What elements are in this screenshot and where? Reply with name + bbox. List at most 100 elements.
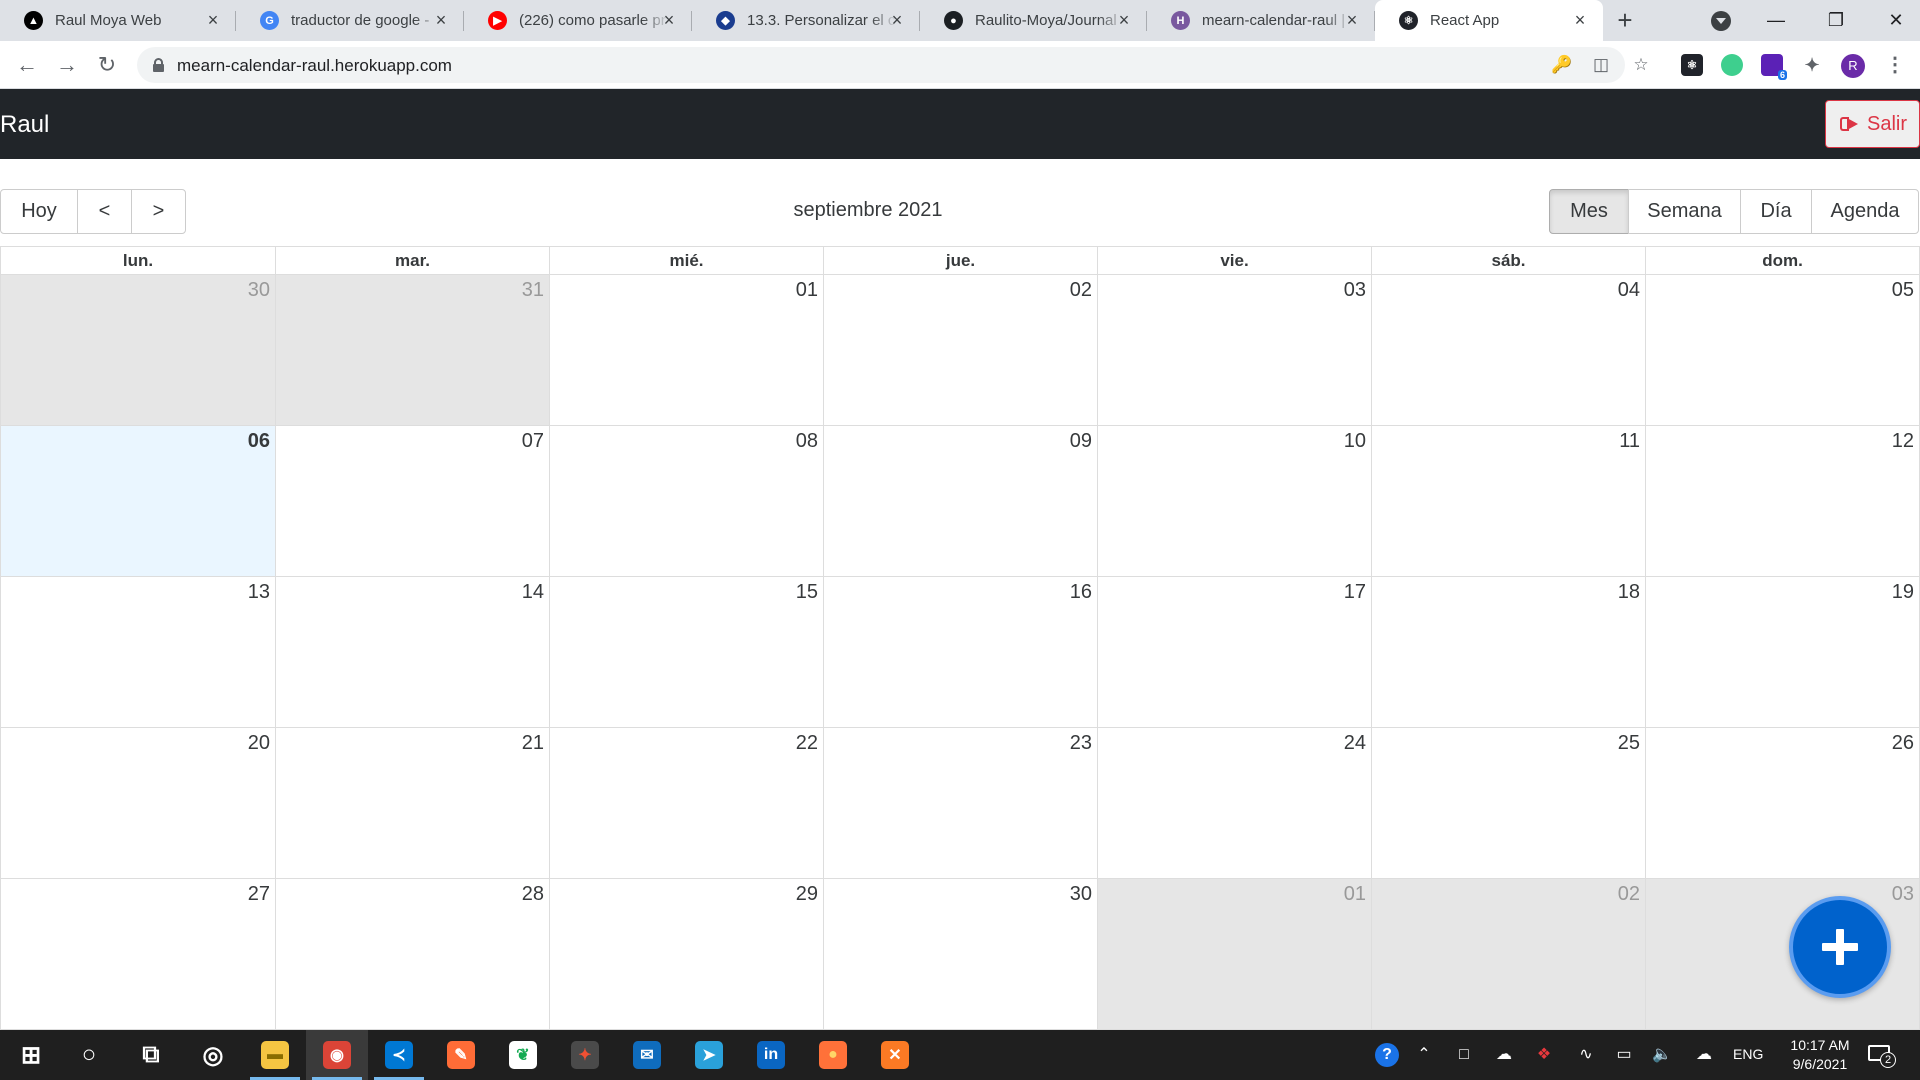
day-cell[interactable]: 03 — [1097, 275, 1371, 425]
browser-tab[interactable]: Gtraductor de google - × — [236, 0, 464, 41]
day-number[interactable]: 05 — [1892, 279, 1914, 302]
tab-close-icon[interactable]: × — [888, 11, 906, 29]
forward-arrow-icon[interactable]: → — [52, 50, 82, 80]
day-number[interactable]: 01 — [1344, 883, 1366, 906]
meet-now-icon[interactable]: □ — [1453, 1045, 1475, 1065]
day-number[interactable]: 21 — [522, 732, 544, 755]
browser-tab[interactable]: Hmearn-calendar-raul | × — [1147, 0, 1375, 41]
day-cell[interactable]: 02 — [1371, 879, 1645, 1029]
day-cell[interactable]: 13 — [1, 577, 275, 727]
day-cell[interactable]: 01 — [549, 275, 823, 425]
today-button[interactable]: Hoy — [0, 189, 78, 234]
minimize-window-icon[interactable]: — — [1746, 0, 1806, 41]
day-cell[interactable]: 21 — [275, 728, 549, 878]
star-bookmark-icon[interactable]: ☆ — [1631, 55, 1651, 75]
tab-close-icon[interactable]: × — [432, 11, 450, 29]
taskbar-search[interactable]: ○ — [58, 1030, 120, 1080]
logout-button[interactable]: Salir — [1825, 100, 1920, 148]
day-number[interactable]: 22 — [796, 732, 818, 755]
tab-close-icon[interactable]: × — [1571, 11, 1589, 29]
previous-button[interactable]: < — [77, 189, 132, 234]
taskbar-linkedin[interactable]: in — [740, 1030, 802, 1080]
browser-tab[interactable]: ▲ Raul Moya Web × — [0, 0, 236, 41]
cloud-upload-icon[interactable]: ☁ — [1693, 1045, 1715, 1065]
day-cell[interactable]: 24 — [1097, 728, 1371, 878]
day-number[interactable]: 01 — [796, 279, 818, 302]
day-number[interactable]: 12 — [1892, 430, 1914, 453]
reload-icon[interactable]: ↻ — [92, 50, 122, 80]
day-number[interactable]: 18 — [1618, 581, 1640, 604]
input-language[interactable]: ENG — [1733, 1046, 1763, 1062]
view-month-button[interactable]: Mes — [1549, 189, 1629, 234]
day-cell[interactable]: 15 — [549, 577, 823, 727]
translate-icon[interactable]: ◫ — [1591, 55, 1611, 75]
browser-tab[interactable]: ● Raulito-Moya/Journal × — [920, 0, 1147, 41]
day-number[interactable]: 10 — [1344, 430, 1366, 453]
day-number[interactable]: 09 — [1070, 430, 1092, 453]
day-cell[interactable]: 01 — [1097, 879, 1371, 1029]
view-agenda-button[interactable]: Agenda — [1811, 189, 1919, 234]
lock-icon[interactable] — [153, 58, 164, 72]
taskbar-telegram[interactable]: ➤ — [678, 1030, 740, 1080]
day-number[interactable]: 03 — [1892, 883, 1914, 906]
day-number[interactable]: 25 — [1618, 732, 1640, 755]
day-cell[interactable]: 11 — [1371, 426, 1645, 576]
taskbar-start[interactable]: ⊞ — [0, 1030, 62, 1080]
system-clock[interactable]: 10:17 AM 9/6/2021 — [1772, 1036, 1868, 1074]
day-number[interactable]: 15 — [796, 581, 818, 604]
react-devtools-icon[interactable]: ⚛ — [1681, 54, 1703, 76]
day-number[interactable]: 07 — [522, 430, 544, 453]
taskbar-xampp[interactable]: ✕ — [864, 1030, 926, 1080]
day-number[interactable]: 23 — [1070, 732, 1092, 755]
day-cell[interactable]: 25 — [1371, 728, 1645, 878]
dropbox-icon[interactable]: ❖ — [1533, 1045, 1555, 1065]
day-cell[interactable]: 23 — [823, 728, 1097, 878]
day-number[interactable]: 30 — [1070, 883, 1092, 906]
browser-tab[interactable]: ▶ (226) como pasarle pr × — [464, 0, 692, 41]
new-tab-button[interactable]: + — [1612, 7, 1638, 34]
day-cell[interactable]: 07 — [275, 426, 549, 576]
day-number[interactable]: 06 — [248, 430, 270, 453]
color-extension-icon[interactable] — [1721, 54, 1743, 76]
day-cell[interactable]: 18 — [1371, 577, 1645, 727]
day-cell[interactable]: 08 — [549, 426, 823, 576]
day-cell[interactable]: 20 — [1, 728, 275, 878]
action-center-icon[interactable]: 2 — [1868, 1042, 1896, 1068]
onedrive-icon[interactable]: ☁ — [1493, 1045, 1515, 1065]
day-cell[interactable]: 05 — [1645, 275, 1919, 425]
day-cell[interactable]: 31 — [275, 275, 549, 425]
volume-icon[interactable]: 🔈 — [1651, 1045, 1673, 1065]
profile-avatar[interactable]: R — [1841, 54, 1865, 78]
day-number[interactable]: 08 — [796, 430, 818, 453]
day-number[interactable]: 14 — [522, 581, 544, 604]
wifi-icon[interactable]: ∿ — [1575, 1045, 1597, 1065]
tab-close-icon[interactable]: × — [204, 11, 222, 29]
view-week-button[interactable]: Semana — [1628, 189, 1741, 234]
day-number[interactable]: 04 — [1618, 279, 1640, 302]
taskbar-app-ring[interactable]: ◎ — [182, 1030, 244, 1080]
day-cell[interactable]: 28 — [275, 879, 549, 1029]
day-cell[interactable]: 22 — [549, 728, 823, 878]
day-number[interactable]: 20 — [248, 732, 270, 755]
tab-close-icon[interactable]: × — [1115, 11, 1133, 29]
day-cell[interactable]: 29 — [549, 879, 823, 1029]
day-number[interactable]: 16 — [1070, 581, 1092, 604]
browser-tab[interactable]: ⚛ React App × — [1375, 0, 1603, 41]
view-day-button[interactable]: Día — [1740, 189, 1812, 234]
battery-icon[interactable]: ▭ — [1613, 1045, 1635, 1065]
taskbar-firefox[interactable]: ● — [802, 1030, 864, 1080]
help-icon[interactable]: ? — [1375, 1043, 1399, 1067]
day-number[interactable]: 17 — [1344, 581, 1366, 604]
address-bar[interactable]: mearn-calendar-raul.herokuapp.com 🔑 ◫ ☆ — [137, 47, 1649, 83]
day-number[interactable]: 30 — [248, 279, 270, 302]
tab-search-icon[interactable] — [1711, 11, 1731, 31]
day-cell[interactable]: 30 — [823, 879, 1097, 1029]
redux-extension-icon[interactable]: 6 — [1761, 54, 1787, 80]
back-arrow-icon[interactable]: ← — [12, 50, 42, 80]
day-number[interactable]: 02 — [1618, 883, 1640, 906]
day-number[interactable]: 13 — [248, 581, 270, 604]
day-cell[interactable]: 04 — [1371, 275, 1645, 425]
taskbar-postman[interactable]: ✎ — [430, 1030, 492, 1080]
day-number[interactable]: 26 — [1892, 732, 1914, 755]
day-cell[interactable]: 19 — [1645, 577, 1919, 727]
